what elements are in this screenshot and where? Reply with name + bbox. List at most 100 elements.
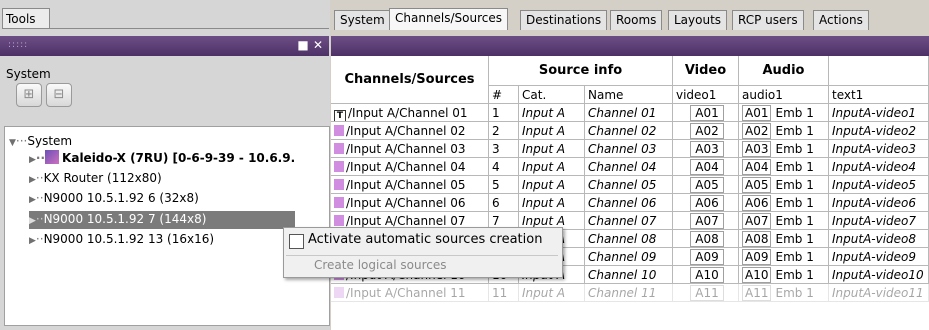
text-cell[interactable]: InputA-video7	[829, 212, 929, 230]
subheader-text1[interactable]: text1	[829, 86, 929, 104]
tab-channels-sources[interactable]: Channels/Sources	[389, 8, 509, 30]
num-cell[interactable]: 2	[489, 122, 519, 140]
name-cell[interactable]: Channel 07	[585, 212, 673, 230]
channels-table[interactable]: Channels/Sources Source info Video Audio…	[331, 56, 929, 330]
video-cell[interactable]: A06	[673, 194, 739, 212]
video-cell[interactable]: A10	[673, 266, 739, 284]
text-cell[interactable]: InputA-video8	[829, 230, 929, 248]
audio-cell[interactable]: A03 Emb 1	[739, 140, 829, 158]
subheader-audio1[interactable]: audio1	[739, 86, 829, 104]
audio-cell[interactable]: A02 Emb 1	[739, 122, 829, 140]
activate-automatic-sources-item[interactable]: Activate automatic sources creation	[308, 232, 542, 247]
channel-cell[interactable]: T/Input A/Channel 01	[331, 104, 489, 122]
header-channels-sources[interactable]: Channels/Sources	[331, 56, 489, 104]
num-cell[interactable]: 3	[489, 140, 519, 158]
tab-layouts[interactable]: Layouts	[668, 10, 728, 30]
name-cell[interactable]: Channel 02	[585, 122, 673, 140]
tab-actions[interactable]: Actions	[813, 10, 869, 30]
cat-cell[interactable]: Input A	[519, 284, 585, 302]
video-cell[interactable]: A08	[673, 230, 739, 248]
tree-root[interactable]: ▼···System	[9, 133, 72, 151]
name-cell[interactable]: Channel 08	[585, 230, 673, 248]
expand-arrow-icon[interactable]: ▶	[29, 236, 36, 246]
text-cell[interactable]: InputA-video2	[829, 122, 929, 140]
cat-cell[interactable]: Input A	[519, 104, 585, 122]
subheader-cat[interactable]: Cat.	[519, 86, 585, 104]
num-cell[interactable]: 4	[489, 158, 519, 176]
name-cell[interactable]: Channel 01	[585, 104, 673, 122]
tools-menu-tab[interactable]: Tools	[2, 8, 50, 28]
channel-cell[interactable]: /Input A/Channel 11	[331, 284, 489, 302]
name-cell[interactable]: Channel 06	[585, 194, 673, 212]
cat-cell[interactable]: Input A	[519, 176, 585, 194]
text-cell[interactable]: InputA-video3	[829, 140, 929, 158]
audio-cell[interactable]: A07 Emb 1	[739, 212, 829, 230]
name-cell[interactable]: Channel 11	[585, 284, 673, 302]
audio-cell[interactable]: A01 Emb 1	[739, 104, 829, 122]
text-cell[interactable]: InputA-video6	[829, 194, 929, 212]
cat-cell[interactable]: Input A	[519, 194, 585, 212]
name-cell[interactable]: Channel 03	[585, 140, 673, 158]
text-cell[interactable]: InputA-video5	[829, 176, 929, 194]
name-cell[interactable]: Channel 09	[585, 248, 673, 266]
audio-cell[interactable]: A08 Emb 1	[739, 230, 829, 248]
channel-cell[interactable]: /Input A/Channel 03	[331, 140, 489, 158]
left-panel-titlebar[interactable]: ::::: ■ ✕	[0, 36, 329, 56]
video-cell[interactable]: A02	[673, 122, 739, 140]
tab-rcp-users[interactable]: RCP users	[732, 10, 804, 30]
num-cell[interactable]: 1	[489, 104, 519, 122]
subheader-video1[interactable]: video1	[673, 86, 739, 104]
cat-cell[interactable]: Input A	[519, 158, 585, 176]
num-cell[interactable]: 11	[489, 284, 519, 302]
cat-cell[interactable]: Input A	[519, 122, 585, 140]
tree-item-n9000-7[interactable]: ▶··N9000 10.5.1.92 7 (144x8)	[29, 211, 295, 229]
audio-cell[interactable]: A09 Emb 1	[739, 248, 829, 266]
create-logical-sources-item[interactable]: Create logical sources	[314, 258, 447, 272]
expand-arrow-icon[interactable]: ▶	[29, 216, 36, 226]
cat-cell[interactable]: Input A	[519, 140, 585, 158]
add-button[interactable]: ⊞	[16, 83, 42, 107]
audio-cell[interactable]: A04 Emb 1	[739, 158, 829, 176]
system-tree[interactable]: ▼···System ▶·· Kaleido-X (7RU) [0-6-9-39 …	[4, 126, 330, 326]
video-cell[interactable]: A05	[673, 176, 739, 194]
video-cell[interactable]: A11	[673, 284, 739, 302]
drag-grip-icon[interactable]: :::::	[8, 40, 28, 50]
channel-cell[interactable]: /Input A/Channel 04	[331, 158, 489, 176]
text-cell[interactable]: InputA-video9	[829, 248, 929, 266]
panel-controls[interactable]: ■ ✕	[297, 38, 323, 52]
expand-arrow-icon[interactable]: ▶	[29, 155, 36, 165]
text-cell[interactable]: InputA-video10	[829, 266, 929, 284]
audio-cell[interactable]: A10 Emb 1	[739, 266, 829, 284]
channel-cell[interactable]: /Input A/Channel 06	[331, 194, 489, 212]
subheader-num[interactable]: #	[489, 86, 519, 104]
audio-cell[interactable]: A05 Emb 1	[739, 176, 829, 194]
tab-system[interactable]: System	[334, 10, 391, 30]
video-cell[interactable]: A03	[673, 140, 739, 158]
expand-arrow-icon[interactable]: ▶	[29, 175, 36, 185]
tree-item-n9000-6[interactable]: ▶··N9000 10.5.1.92 6 (32x8)	[29, 190, 199, 208]
num-cell[interactable]: 5	[489, 176, 519, 194]
tree-item-kaleido[interactable]: ▶·· Kaleido-X (7RU) [0-6-9-39 - 10.6.9.	[29, 150, 295, 168]
text-cell[interactable]: InputA-video4	[829, 158, 929, 176]
tab-destinations[interactable]: Destinations	[520, 10, 608, 30]
channel-cell[interactable]: /Input A/Channel 05	[331, 176, 489, 194]
auto-sources-checkbox[interactable]	[289, 234, 304, 249]
tree-item-kx-router[interactable]: ▶··KX Router (112x80)	[29, 170, 162, 188]
video-cell[interactable]: A01	[673, 104, 739, 122]
audio-cell[interactable]: A06 Emb 1	[739, 194, 829, 212]
num-cell[interactable]: 6	[489, 194, 519, 212]
video-cell[interactable]: A07	[673, 212, 739, 230]
name-cell[interactable]: Channel 10	[585, 266, 673, 284]
video-cell[interactable]: A09	[673, 248, 739, 266]
remove-button[interactable]: ⊟	[46, 83, 72, 107]
text-cell[interactable]: InputA-video11	[829, 284, 929, 302]
collapse-arrow-icon[interactable]: ▼	[9, 138, 16, 148]
name-cell[interactable]: Channel 04	[585, 158, 673, 176]
video-cell[interactable]: A04	[673, 158, 739, 176]
text-cell[interactable]: InputA-video1	[829, 104, 929, 122]
tab-rooms[interactable]: Rooms	[610, 10, 663, 30]
tree-item-n9000-13[interactable]: ▶··N9000 10.5.1.92 13 (16x16)	[29, 231, 214, 249]
audio-cell[interactable]: A11 Emb 1	[739, 284, 829, 302]
expand-arrow-icon[interactable]: ▶	[29, 195, 36, 205]
channel-cell[interactable]: /Input A/Channel 02	[331, 122, 489, 140]
